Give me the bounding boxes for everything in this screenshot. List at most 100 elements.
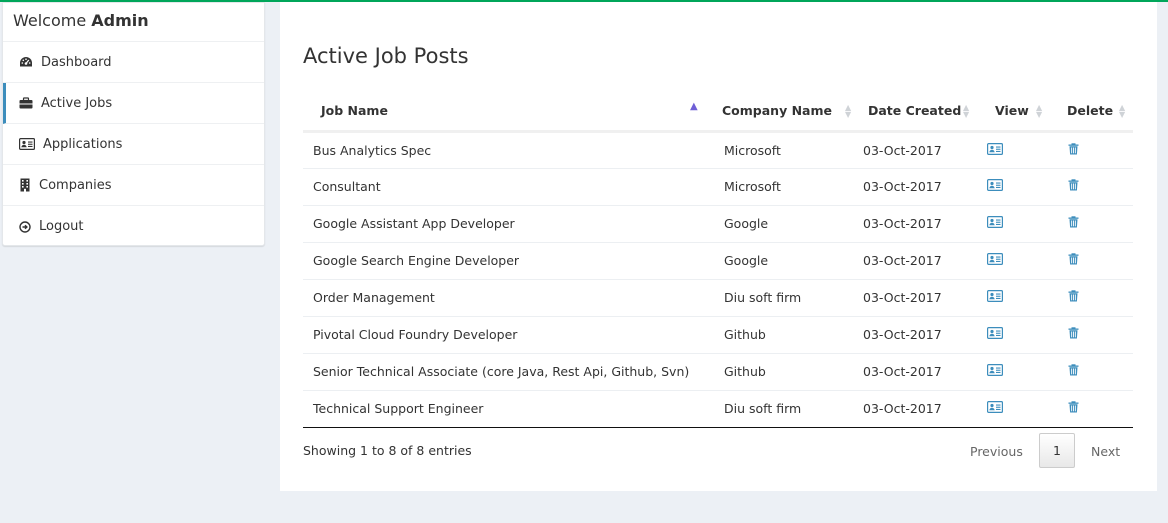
sidebar-item-companies[interactable]: Companies [3,165,264,206]
column-header-date-created[interactable]: Date Created ▲ ▼ [860,91,987,133]
view-icon[interactable] [987,290,1003,302]
job-name: Order Management [313,290,435,305]
trash-icon[interactable] [1068,364,1079,376]
sort-asc-icon: ▲ [690,101,698,112]
company-name: Diu soft firm [724,401,802,416]
cell-date-created: 03-Oct-2017 [860,390,987,428]
view-icon[interactable] [987,142,1003,155]
sign-out-icon [19,220,31,234]
building-icon [19,178,31,192]
cell-view [987,131,1059,169]
cell-view [987,279,1059,317]
trash-icon[interactable] [1068,401,1079,413]
sidebar-item-logout[interactable]: Logout [3,206,264,247]
column-header-view[interactable]: View ▲ ▼ [987,91,1059,133]
column-header-job-name[interactable]: Job Name ▲ [303,91,714,133]
cell-company-name: Diu soft firm [714,390,860,428]
view-icon[interactable] [987,327,1003,339]
sort-icon: ▲ ▼ [845,103,852,119]
cell-job-name: Google Assistant App Developer [303,205,714,243]
trash-icon[interactable] [1068,179,1079,191]
table-row: Google Search Engine Developer Google 03-O… [303,242,1133,280]
cell-delete [1059,205,1133,243]
job-name: Bus Analytics Spec [313,142,432,158]
view-icon[interactable] [987,253,1003,265]
column-label: Delete [1067,102,1114,118]
cell-company-name: Github [714,316,860,354]
job-posts-table: Job Name ▲ Company Name ▲ ▼ Date Created … [303,91,1133,428]
job-name: Technical Support Engineer [313,401,484,416]
sort-icon: ▲ ▼ [1036,103,1043,119]
cell-job-name: Consultant [303,168,714,206]
table-row: Technical Support Engineer Diu soft firm 0… [303,390,1133,428]
cell-view [987,168,1059,206]
job-name: Consultant [313,179,381,194]
table-row: Pivotal Cloud Foundry Developer Github 03-… [303,316,1133,354]
job-name: Google Search Engine Developer [313,253,520,268]
view-icon[interactable] [987,179,1003,191]
sidebar-item-label: Dashboard [41,54,112,70]
sidebar: Welcome Admin Dashboard Active Jobs Appl… [2,2,265,246]
briefcase-icon [19,96,33,110]
table-row: Bus Analytics Spec Microsoft 03-Oct-2017 [303,131,1133,169]
cell-delete [1059,390,1133,428]
cell-company-name: Google [714,205,860,243]
view-icon[interactable] [987,401,1003,413]
cell-view [987,353,1059,391]
cell-company-name: Microsoft [714,131,860,169]
sort-icon: ▲ ▼ [1119,103,1126,119]
page-title: Active Job Posts [303,44,469,68]
cell-job-name: Order Management [303,279,714,317]
trash-icon[interactable] [1068,327,1079,339]
trash-icon[interactable] [1068,253,1079,265]
view-icon[interactable] [987,216,1003,228]
trash-icon[interactable] [1068,216,1079,228]
cell-delete [1059,168,1133,206]
cell-date-created: 03-Oct-2017 [860,131,987,169]
cell-date-created: 03-Oct-2017 [860,242,987,280]
cell-job-name: Senior Technical Associate (core Java, R… [303,353,714,391]
cell-date-created: 03-Oct-2017 [860,279,987,317]
cell-company-name: Diu soft firm [714,279,860,317]
cell-job-name: Technical Support Engineer [303,390,714,428]
job-name: Google Assistant App Developer [313,216,515,231]
pagination-page-button[interactable]: 1 [1039,433,1075,468]
date-created: 03-Oct-2017 [863,327,942,342]
sidebar-item-dashboard[interactable]: Dashboard [3,42,264,83]
trash-icon[interactable] [1068,142,1079,155]
column-header-delete[interactable]: Delete ▲ ▼ [1059,91,1133,133]
cell-view [987,390,1059,428]
cell-job-name: Pivotal Cloud Foundry Developer [303,316,714,354]
cell-company-name: Google [714,242,860,280]
date-created: 03-Oct-2017 [863,364,942,379]
table-info: Showing 1 to 8 of 8 entries [303,443,472,458]
sidebar-item-applications[interactable]: Applications [3,124,264,165]
welcome-user: Admin [91,11,149,30]
column-header-company-name[interactable]: Company Name ▲ ▼ [714,91,860,133]
welcome-prefix: Welcome [13,11,87,30]
trash-icon[interactable] [1068,290,1079,302]
cell-delete [1059,131,1133,169]
table-row: Consultant Microsoft 03-Oct-2017 [303,168,1133,206]
cell-view [987,205,1059,243]
cell-view [987,316,1059,354]
company-name: Google [724,253,769,268]
view-icon[interactable] [987,364,1003,376]
cell-delete [1059,242,1133,280]
column-label: Date Created [868,102,962,118]
date-created: 03-Oct-2017 [863,401,942,416]
dashboard-icon [19,55,33,69]
cell-delete [1059,353,1133,391]
address-card-icon [19,137,35,151]
cell-date-created: 03-Oct-2017 [860,316,987,354]
job-name: Pivotal Cloud Foundry Developer [313,327,518,342]
date-created: 03-Oct-2017 [863,142,942,158]
sidebar-item-active-jobs[interactable]: Active Jobs [3,83,264,124]
sidebar-item-label: Active Jobs [41,95,113,111]
table-body: Bus Analytics Spec Microsoft 03-Oct-2017 Co… [303,131,1133,428]
pagination-next-button[interactable]: Next [1091,444,1120,459]
sidebar-item-label: Applications [43,136,123,152]
pagination-previous-button[interactable]: Previous [970,444,1023,459]
date-created: 03-Oct-2017 [863,290,942,305]
date-created: 03-Oct-2017 [863,179,942,194]
